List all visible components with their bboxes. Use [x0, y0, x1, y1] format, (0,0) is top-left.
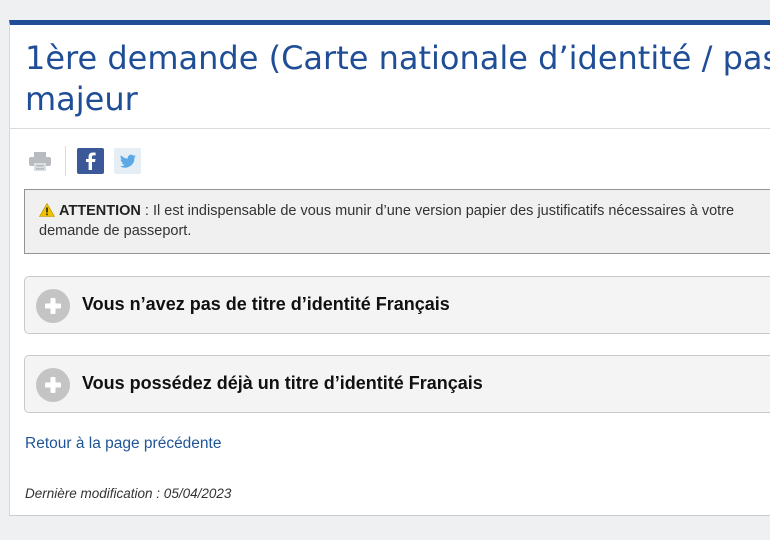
alert-text-2: demande de passeport.: [39, 223, 192, 239]
content-card: 1ère demande (Carte nationale d’identité…: [9, 20, 770, 516]
facebook-icon[interactable]: [77, 148, 104, 174]
last-modified: Dernière modification : 05/04/2023: [25, 486, 232, 501]
twitter-icon[interactable]: [114, 148, 141, 174]
alert-line-1: ATTENTION : Il est indispensable de vous…: [39, 201, 770, 221]
page-title-line2: majeur: [25, 80, 138, 118]
accordion-has-id-title[interactable]: Vous possédez déjà un titre d’identité F…: [24, 355, 770, 413]
share-separator: [65, 146, 66, 176]
attention-alert: ATTENTION : Il est indispensable de vous…: [24, 189, 770, 254]
page-title: 1ère demande (Carte nationale d’identité…: [25, 38, 770, 120]
page-title-line1: 1ère demande (Carte nationale d’identité…: [25, 39, 770, 77]
accordion-label: Vous n’avez pas de titre d’identité Fran…: [82, 294, 450, 314]
warning-icon: [39, 203, 55, 217]
back-link[interactable]: Retour à la page précédente: [25, 435, 221, 453]
alert-label: ATTENTION: [59, 203, 141, 219]
title-divider: [10, 128, 770, 129]
plus-circle-icon: [36, 289, 70, 323]
plus-circle-icon: [36, 368, 70, 402]
print-icon[interactable]: [28, 150, 52, 172]
alert-text-1: : Il est indispensable de vous munir d’u…: [140, 203, 735, 219]
accordion-no-id-title[interactable]: Vous n’avez pas de titre d’identité Fran…: [24, 276, 770, 334]
accordion-label: Vous possédez déjà un titre d’identité F…: [82, 373, 483, 393]
